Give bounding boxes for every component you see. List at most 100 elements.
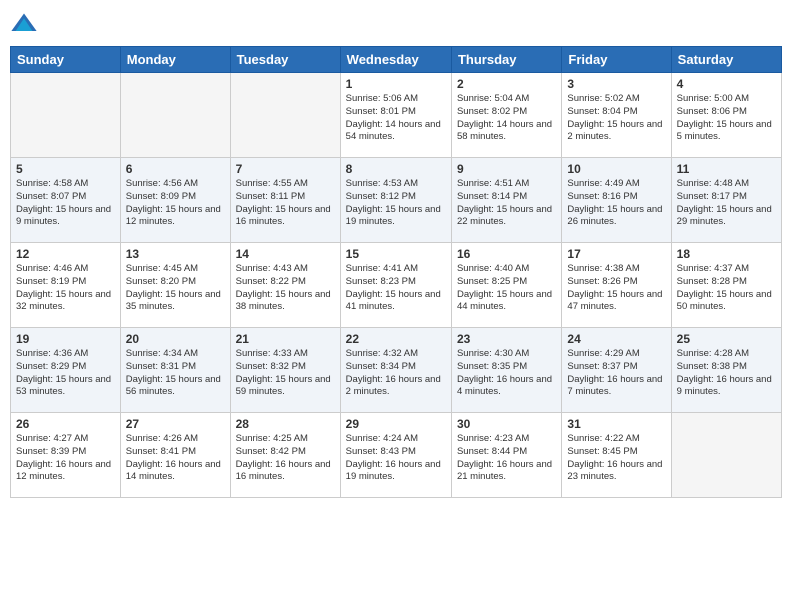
day-number: 8 — [346, 162, 446, 176]
day-info: Sunrise: 4:40 AM Sunset: 8:25 PM Dayligh… — [457, 263, 556, 314]
day-info: Sunrise: 5:00 AM Sunset: 8:06 PM Dayligh… — [677, 93, 776, 144]
calendar-cell: 23Sunrise: 4:30 AM Sunset: 8:35 PM Dayli… — [451, 328, 561, 413]
day-info: Sunrise: 4:25 AM Sunset: 8:42 PM Dayligh… — [236, 433, 335, 484]
day-number: 20 — [126, 332, 225, 346]
day-number: 21 — [236, 332, 335, 346]
day-info: Sunrise: 4:49 AM Sunset: 8:16 PM Dayligh… — [567, 178, 665, 229]
day-info: Sunrise: 4:46 AM Sunset: 8:19 PM Dayligh… — [16, 263, 115, 314]
calendar-cell: 1 Sunrise: 5:06 AM Sunset: 8:01 PM Daylig… — [340, 73, 451, 158]
week-row-0: 1 Sunrise: 5:06 AM Sunset: 8:01 PM Daylig… — [11, 73, 782, 158]
calendar-cell — [11, 73, 121, 158]
day-info: Sunrise: 4:30 AM Sunset: 8:35 PM Dayligh… — [457, 348, 556, 399]
day-number: 2 — [457, 77, 556, 91]
calendar-cell: 16 Sunrise: 4:40 AM Sunset: 8:25 PM Dayli… — [451, 243, 561, 328]
day-number: 4 — [677, 77, 776, 91]
day-info: Sunrise: 4:45 AM Sunset: 8:20 PM Dayligh… — [126, 263, 225, 314]
day-info: Sunrise: 4:43 AM Sunset: 8:22 PM Dayligh… — [236, 263, 335, 314]
weekday-header-saturday: Saturday — [671, 47, 781, 73]
calendar-cell: 2 Sunrise: 5:04 AM Sunset: 8:02 PM Daylig… — [451, 73, 561, 158]
calendar-cell: 26Sunrise: 4:27 AM Sunset: 8:39 PM Dayli… — [11, 413, 121, 498]
calendar-cell: 3 Sunrise: 5:02 AM Sunset: 8:04 PM Daylig… — [562, 73, 671, 158]
day-info: Sunrise: 4:48 AM Sunset: 8:17 PM Dayligh… — [677, 178, 776, 229]
calendar-cell: 25 Sunrise: 4:28 AM Sunset: 8:38 PM Dayli… — [671, 328, 781, 413]
day-info: Sunrise: 5:02 AM Sunset: 8:04 PM Dayligh… — [567, 93, 665, 144]
day-number: 15 — [346, 247, 446, 261]
logo — [10, 10, 42, 38]
day-info: Sunrise: 4:26 AM Sunset: 8:41 PM Dayligh… — [126, 433, 225, 484]
calendar-cell: 8Sunrise: 4:53 AM Sunset: 8:12 PM Daylig… — [340, 158, 451, 243]
calendar-cell: 17 Sunrise: 4:38 AM Sunset: 8:26 PM Dayli… — [562, 243, 671, 328]
weekday-header-sunday: Sunday — [11, 47, 121, 73]
calendar-cell: 5 Sunrise: 4:58 AM Sunset: 8:07 PM Daylig… — [11, 158, 121, 243]
day-number: 16 — [457, 247, 556, 261]
week-row-1: 5 Sunrise: 4:58 AM Sunset: 8:07 PM Daylig… — [11, 158, 782, 243]
day-number: 19 — [16, 332, 115, 346]
calendar-cell: 7 Sunrise: 4:55 AM Sunset: 8:11 PM Daylig… — [230, 158, 340, 243]
day-number: 30 — [457, 417, 556, 431]
day-number: 1 — [346, 77, 446, 91]
day-number: 10 — [567, 162, 665, 176]
day-info: Sunrise: 4:55 AM Sunset: 8:11 PM Dayligh… — [236, 178, 335, 229]
calendar-cell: 4 Sunrise: 5:00 AM Sunset: 8:06 PM Daylig… — [671, 73, 781, 158]
day-number: 28 — [236, 417, 335, 431]
calendar-cell: 11 Sunrise: 4:48 AM Sunset: 8:17 PM Dayli… — [671, 158, 781, 243]
day-number: 29 — [346, 417, 446, 431]
calendar-cell: 28 Sunrise: 4:25 AM Sunset: 8:42 PM Dayli… — [230, 413, 340, 498]
day-number: 3 — [567, 77, 665, 91]
week-row-2: 12 Sunrise: 4:46 AM Sunset: 8:19 PM Dayli… — [11, 243, 782, 328]
calendar-cell: 22 Sunrise: 4:32 AM Sunset: 8:34 PM Dayli… — [340, 328, 451, 413]
day-number: 17 — [567, 247, 665, 261]
calendar: SundayMondayTuesdayWednesdayThursdayFrid… — [10, 46, 782, 498]
day-info: Sunrise: 4:23 AM Sunset: 8:44 PM Dayligh… — [457, 433, 556, 484]
day-number: 25 — [677, 332, 776, 346]
day-number: 11 — [677, 162, 776, 176]
day-number: 5 — [16, 162, 115, 176]
day-info: Sunrise: 4:24 AM Sunset: 8:43 PM Dayligh… — [346, 433, 446, 484]
week-row-3: 19 Sunrise: 4:36 AM Sunset: 8:29 PM Dayli… — [11, 328, 782, 413]
calendar-cell: 21 Sunrise: 4:33 AM Sunset: 8:32 PM Dayli… — [230, 328, 340, 413]
header — [10, 10, 782, 38]
weekday-header-friday: Friday — [562, 47, 671, 73]
calendar-cell: 15 Sunrise: 4:41 AM Sunset: 8:23 PM Dayli… — [340, 243, 451, 328]
day-info: Sunrise: 4:34 AM Sunset: 8:31 PM Dayligh… — [126, 348, 225, 399]
day-info: Sunrise: 4:41 AM Sunset: 8:23 PM Dayligh… — [346, 263, 446, 314]
weekday-header-monday: Monday — [120, 47, 230, 73]
day-info: Sunrise: 5:06 AM Sunset: 8:01 PM Dayligh… — [346, 93, 446, 144]
calendar-cell: 29 Sunrise: 4:24 AM Sunset: 8:43 PM Dayli… — [340, 413, 451, 498]
weekday-header-tuesday: Tuesday — [230, 47, 340, 73]
day-number: 14 — [236, 247, 335, 261]
day-number: 6 — [126, 162, 225, 176]
calendar-cell — [671, 413, 781, 498]
day-info: Sunrise: 4:33 AM Sunset: 8:32 PM Dayligh… — [236, 348, 335, 399]
weekday-header-wednesday: Wednesday — [340, 47, 451, 73]
calendar-cell — [120, 73, 230, 158]
calendar-cell: 20 Sunrise: 4:34 AM Sunset: 8:31 PM Dayli… — [120, 328, 230, 413]
calendar-cell: 13 Sunrise: 4:45 AM Sunset: 8:20 PM Dayli… — [120, 243, 230, 328]
day-info: Sunrise: 4:32 AM Sunset: 8:34 PM Dayligh… — [346, 348, 446, 399]
page: SundayMondayTuesdayWednesdayThursdayFrid… — [0, 0, 792, 612]
day-number: 22 — [346, 332, 446, 346]
weekday-header-row: SundayMondayTuesdayWednesdayThursdayFrid… — [11, 47, 782, 73]
day-number: 18 — [677, 247, 776, 261]
day-number: 13 — [126, 247, 225, 261]
logo-icon — [10, 10, 38, 38]
day-number: 31 — [567, 417, 665, 431]
calendar-cell: 14 Sunrise: 4:43 AM Sunset: 8:22 PM Dayli… — [230, 243, 340, 328]
day-number: 9 — [457, 162, 556, 176]
day-info: Sunrise: 4:36 AM Sunset: 8:29 PM Dayligh… — [16, 348, 115, 399]
calendar-cell: 27Sunrise: 4:26 AM Sunset: 8:41 PM Dayli… — [120, 413, 230, 498]
calendar-cell: 6Sunrise: 4:56 AM Sunset: 8:09 PM Daylig… — [120, 158, 230, 243]
weekday-header-thursday: Thursday — [451, 47, 561, 73]
day-info: Sunrise: 4:58 AM Sunset: 8:07 PM Dayligh… — [16, 178, 115, 229]
day-info: Sunrise: 5:04 AM Sunset: 8:02 PM Dayligh… — [457, 93, 556, 144]
calendar-cell — [230, 73, 340, 158]
day-number: 7 — [236, 162, 335, 176]
calendar-cell: 10 Sunrise: 4:49 AM Sunset: 8:16 PM Dayli… — [562, 158, 671, 243]
day-info: Sunrise: 4:28 AM Sunset: 8:38 PM Dayligh… — [677, 348, 776, 399]
day-info: Sunrise: 4:51 AM Sunset: 8:14 PM Dayligh… — [457, 178, 556, 229]
calendar-cell: 24Sunrise: 4:29 AM Sunset: 8:37 PM Dayli… — [562, 328, 671, 413]
day-info: Sunrise: 4:38 AM Sunset: 8:26 PM Dayligh… — [567, 263, 665, 314]
day-number: 12 — [16, 247, 115, 261]
day-number: 24 — [567, 332, 665, 346]
calendar-cell: 9 Sunrise: 4:51 AM Sunset: 8:14 PM Daylig… — [451, 158, 561, 243]
